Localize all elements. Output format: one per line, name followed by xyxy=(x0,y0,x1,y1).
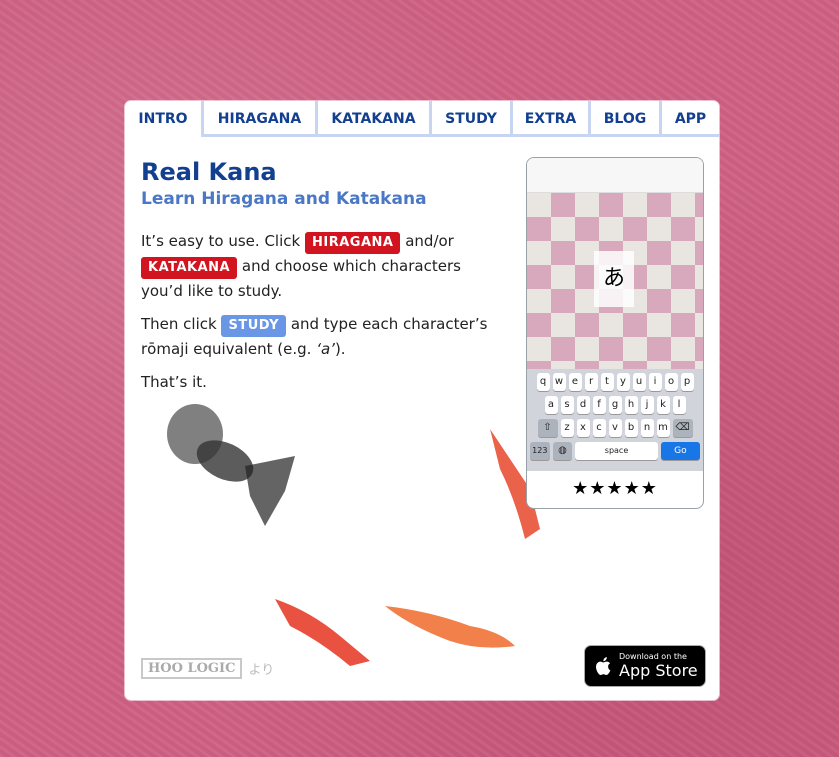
key-n: n xyxy=(640,419,654,437)
key-m: m xyxy=(656,419,670,437)
kana-glyph: あ xyxy=(594,251,634,307)
key-u: u xyxy=(632,373,646,391)
key-o: o xyxy=(664,373,678,391)
apple-icon xyxy=(596,657,611,675)
key-s: s xyxy=(560,396,574,414)
space-key: space xyxy=(575,442,658,460)
tab-katakana[interactable]: KATAKANA xyxy=(318,101,432,137)
key-e: e xyxy=(568,373,582,391)
phone-status-area xyxy=(527,158,703,193)
hiragana-pill-button[interactable]: HIRAGANA xyxy=(304,232,401,254)
globe-key-icon: ◍ xyxy=(552,442,573,460)
key-h: h xyxy=(624,396,638,414)
keyboard-row: qwertyuiop xyxy=(530,373,700,391)
backspace-key-icon: ⌫ xyxy=(672,419,693,437)
yori-text: より xyxy=(248,663,275,678)
keyboard-row: 123 ◍ space Go xyxy=(530,442,701,460)
key-p: p xyxy=(680,373,694,391)
key-i: i xyxy=(648,373,662,391)
page-subtitle: Learn Hiragana and Katakana xyxy=(141,189,427,209)
go-key: Go xyxy=(660,442,701,460)
key-t: t xyxy=(600,373,614,391)
phone-mockup: あ qwertyuiop asdfghjkl ⇧ zxcvbnm ⌫ 123 ◍… xyxy=(526,157,704,509)
page-title: Real Kana xyxy=(141,158,277,186)
main-card: INTRO HIRAGANA KATAKANA STUDY EXTRA BLOG… xyxy=(125,101,719,700)
orange-goldfish-image xyxy=(385,606,515,648)
intro-text: ). xyxy=(334,340,346,358)
intro-text: and/or xyxy=(405,232,454,250)
intro-paragraph-1: It’s easy to use. Click HIRAGANA and/or … xyxy=(141,229,491,304)
appstore-big-text: App Store xyxy=(619,661,698,680)
intro-text: Then click xyxy=(141,315,217,333)
keyboard-row: ⇧ zxcvbnm ⌫ xyxy=(530,419,700,437)
appstore-small-text: Download on the xyxy=(619,652,687,661)
key-v: v xyxy=(608,419,622,437)
phone-keyboard: qwertyuiop asdfghjkl ⇧ zxcvbnm ⌫ 123 ◍ s… xyxy=(527,369,703,471)
tab-extra[interactable]: EXTRA xyxy=(513,101,591,137)
intro-content: Real Kana Learn Hiragana and Katakana It… xyxy=(141,157,491,403)
key-d: d xyxy=(576,396,590,414)
app-store-button[interactable]: Download on the App Store xyxy=(584,645,706,687)
key-j: j xyxy=(640,396,654,414)
hoo-logic-logo: HOO LOGIC xyxy=(141,658,243,679)
tab-bar: INTRO HIRAGANA KATAKANA STUDY EXTRA BLOG… xyxy=(125,101,719,139)
study-pill-button[interactable]: STUDY xyxy=(221,315,287,337)
shift-key-icon: ⇧ xyxy=(537,419,558,437)
rating-stars: ★★★★★ xyxy=(572,478,658,499)
key-k: k xyxy=(656,396,670,414)
tab-hiragana[interactable]: HIRAGANA xyxy=(204,101,318,137)
num-key: 123 xyxy=(530,442,550,460)
key-g: g xyxy=(608,396,622,414)
tab-app[interactable]: APP xyxy=(662,101,719,137)
key-a: a xyxy=(544,396,558,414)
red-goldfish-bottom-image xyxy=(275,599,370,666)
key-f: f xyxy=(592,396,606,414)
key-q: q xyxy=(536,373,550,391)
tab-study[interactable]: STUDY xyxy=(432,101,513,137)
key-r: r xyxy=(584,373,598,391)
key-w: w xyxy=(552,373,566,391)
katakana-pill-button[interactable]: KATAKANA xyxy=(141,257,238,279)
hoo-logic-credit[interactable]: HOO LOGIC より xyxy=(141,658,274,679)
key-y: y xyxy=(616,373,630,391)
intro-paragraph-3: That’s it. xyxy=(141,373,207,391)
kana-board: あ xyxy=(527,193,703,369)
key-b: b xyxy=(624,419,638,437)
key-x: x xyxy=(576,419,590,437)
tab-intro[interactable]: INTRO xyxy=(125,101,204,137)
tab-blog[interactable]: BLOG xyxy=(591,101,662,137)
key-l: l xyxy=(672,396,686,414)
romaji-example: ‘a’ xyxy=(316,340,335,358)
key-c: c xyxy=(592,419,606,437)
black-goldfish-image xyxy=(167,404,295,526)
key-z: z xyxy=(560,419,574,437)
keyboard-row: asdfghjkl xyxy=(530,396,700,414)
intro-text: It’s easy to use. Click xyxy=(141,232,301,250)
intro-paragraph-2: Then click STUDY and type each character… xyxy=(141,312,491,362)
